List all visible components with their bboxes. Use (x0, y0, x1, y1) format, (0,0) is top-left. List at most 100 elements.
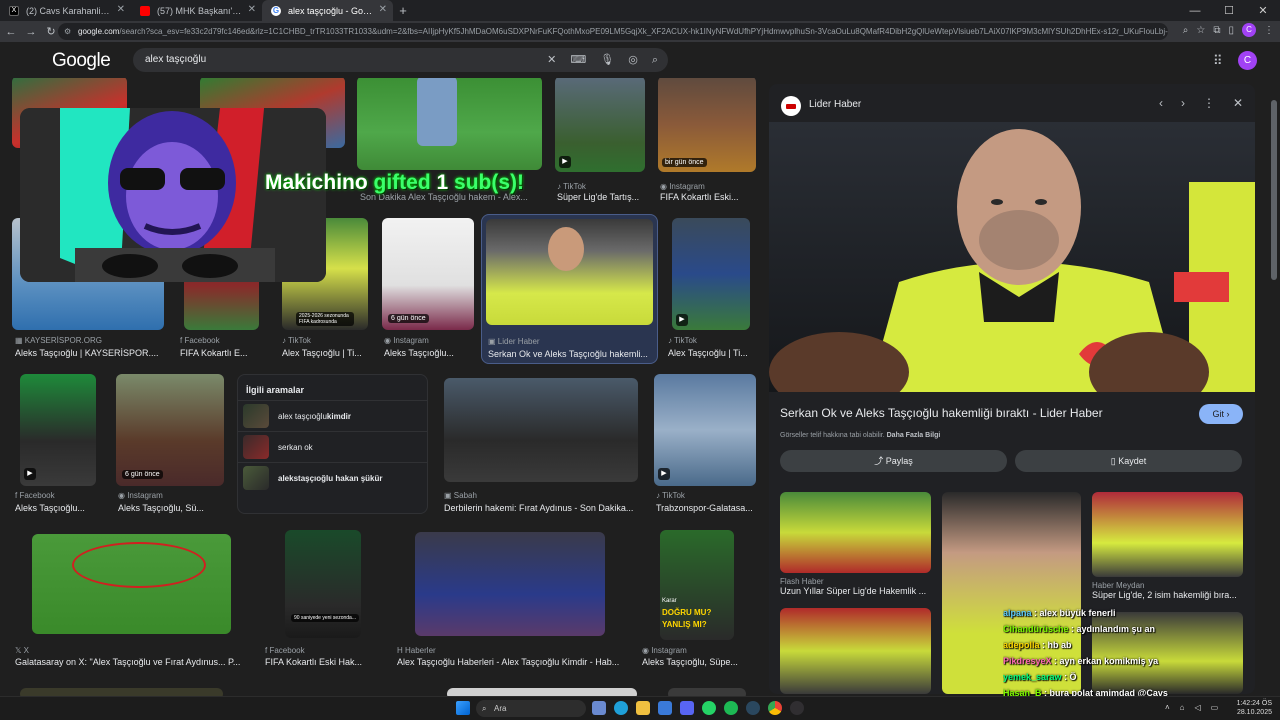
more-info-link[interactable]: Daha Fazla Bilgi (887, 432, 941, 439)
tab-x[interactable]: X (2) Cavs Karahanli zr (@cerrahpa... ✕ (0, 0, 131, 21)
apps-grid-icon[interactable]: ⠿ (1213, 53, 1223, 69)
site-info-icon[interactable]: ⚙ (64, 23, 71, 40)
keyboard-icon[interactable]: ⌨ (570, 48, 586, 72)
back-icon[interactable]: ← (2, 26, 20, 38)
result-title[interactable]: Aleks Taşçıoğlu... (15, 503, 103, 513)
related-image[interactable] (780, 608, 931, 694)
close-icon[interactable]: ✕ (1233, 96, 1243, 110)
discord-icon[interactable] (680, 701, 694, 715)
file-explorer-icon[interactable] (636, 701, 650, 715)
result-title[interactable]: Aleks Taşçıoğlu, Sü... (118, 503, 224, 513)
chevron-left-icon[interactable]: ‹ (1159, 96, 1163, 110)
goto-button[interactable]: Git › (1199, 404, 1243, 424)
related-image[interactable] (1092, 492, 1243, 577)
image-thumbnail[interactable] (444, 378, 638, 482)
share-button[interactable]: ⤴ Paylaş (780, 450, 1007, 472)
network-icon[interactable]: ⌂ (1180, 703, 1185, 712)
whatsapp-icon[interactable] (702, 701, 716, 715)
extensions-icon[interactable]: ⧉ (1213, 25, 1220, 36)
chevron-up-icon[interactable]: ˄ (1165, 703, 1170, 712)
image-thumbnail[interactable]: ▶ (672, 218, 750, 330)
new-tab-button[interactable]: + (393, 3, 413, 18)
result-title[interactable]: FIFA Kokartlı Eski Hak... (265, 657, 385, 667)
close-window-icon[interactable]: ✕ (1246, 4, 1280, 17)
result-title[interactable]: Aleks Taşçıoğlu | KAYSERİSPOR.... (15, 348, 165, 358)
chevron-right-icon[interactable]: › (1181, 96, 1185, 110)
result-title[interactable]: FIFA Kokartlı Eski... (660, 192, 754, 202)
result-title[interactable]: Alex Taşçıoğlu | Ti... (282, 348, 368, 358)
search-icon[interactable]: ⌕ (652, 48, 658, 72)
result-title[interactable]: Derbilerin hakemi: Fırat Aydınus - Son D… (444, 503, 638, 513)
chat-user: alpana (1003, 608, 1032, 618)
more-icon[interactable]: ⋮ (1203, 96, 1215, 110)
image-thumbnail[interactable] (20, 688, 223, 696)
taskbar-search[interactable]: ⌕ Ara (476, 700, 586, 717)
related-search-item[interactable]: serkan ok (238, 431, 427, 462)
image-thumbnail[interactable]: ▶ (654, 374, 756, 486)
panel-source-name[interactable]: Lider Haber (809, 99, 861, 110)
page-scrollbar[interactable] (1271, 100, 1277, 280)
result-title[interactable]: Alex Taşçıoğlu Haberleri - Alex Taşçıoğl… (397, 657, 623, 667)
selected-result-card[interactable]: ▣ Lider Haber Serkan Ok ve Aleks Taşçıoğ… (481, 214, 658, 364)
search-box[interactable]: alex taşçıoğlu ✕ ⌨ 🎙 ◎ ⌕ (133, 48, 668, 72)
image-thumbnail[interactable]: 6 gün önce (382, 218, 474, 330)
maximize-icon[interactable]: ☐ (1212, 4, 1246, 17)
result-title[interactable]: Galatasaray on X: "Alex Taşçıoğlu ve Fır… (15, 657, 247, 667)
image-thumbnail[interactable]: Karar DOĞRU MU? YANLIŞ MI? (660, 530, 734, 640)
result-title[interactable]: Alex Taşçıoğlu | Ti... (668, 348, 754, 358)
store-icon[interactable] (658, 701, 672, 715)
result-title[interactable]: FIFA Kokartlı E... (180, 348, 266, 358)
tab-youtube[interactable]: (57) MHK Başkanı'nın da bahsettiği... ✕ (131, 0, 262, 21)
image-thumbnail[interactable] (415, 532, 605, 636)
result-title[interactable]: Aleks Taşçıoğlu... (384, 348, 474, 358)
menu-icon[interactable]: ⋮ (1264, 25, 1274, 36)
result-title[interactable]: Süper Lig'de Tartış... (557, 192, 645, 202)
clock[interactable]: 1:42:24 ÖS 28.10.2025 (1237, 699, 1272, 717)
image-thumbnail[interactable] (447, 688, 637, 696)
related-card[interactable]: Flash Haber Uzun Yıllar Süper Lig'de Hak… (780, 577, 931, 596)
save-button[interactable]: ▯ Kaydet (1015, 450, 1242, 472)
battery-icon[interactable]: ▭ (1211, 703, 1219, 712)
related-search-item[interactable]: aleks taşçıoğlu hakan şükür (238, 462, 427, 493)
image-thumbnail[interactable]: ▶ (555, 78, 645, 172)
google-logo[interactable]: Google (52, 50, 111, 72)
close-icon[interactable]: ✕ (117, 4, 125, 15)
image-thumbnail[interactable]: ▶ (20, 374, 96, 486)
profile-icon[interactable]: C (1242, 23, 1256, 37)
search-input[interactable]: alex taşçıoğlu (145, 54, 206, 65)
image-thumbnail[interactable]: 90 saniyede yeni sezonda... (285, 530, 361, 638)
preview-title[interactable]: Serkan Ok ve Aleks Taşçıoğlu hakemliği b… (780, 406, 1180, 420)
related-search-item[interactable]: alex taşçıoğlu kimdir (238, 400, 427, 431)
minimize-icon[interactable]: — (1178, 5, 1212, 17)
preview-image[interactable] (769, 122, 1255, 392)
widgets-icon[interactable] (592, 701, 606, 715)
forward-icon[interactable]: → (22, 26, 40, 38)
spotify-icon[interactable] (724, 701, 738, 715)
image-thumbnail[interactable] (357, 78, 542, 170)
windows-start-icon[interactable] (456, 701, 470, 715)
image-thumbnail[interactable] (668, 688, 746, 696)
chrome-icon[interactable] (768, 701, 782, 715)
lens-icon[interactable]: ◎ (628, 48, 638, 72)
zoom-icon[interactable]: ⌕ (1183, 25, 1189, 36)
obs-icon[interactable] (790, 701, 804, 715)
related-image[interactable] (780, 492, 931, 573)
result-title[interactable]: Aleks Taşçıoğlu, Süpe... (642, 657, 754, 667)
image-thumbnail[interactable]: bir gün önce (658, 78, 756, 172)
tab-google[interactable]: G alex taşçıoğlu - Google'da Ara ✕ (262, 0, 393, 21)
close-icon[interactable]: ✕ (379, 4, 387, 15)
mic-icon[interactable]: 🎙 (600, 48, 614, 72)
image-thumbnail[interactable] (32, 534, 231, 634)
related-card[interactable]: Haber Meydan Süper Lig'de, 2 isim hakeml… (1092, 581, 1243, 600)
avatar[interactable]: C (1238, 51, 1257, 70)
steam-icon[interactable] (746, 701, 760, 715)
edge-icon[interactable] (614, 701, 628, 715)
image-thumbnail[interactable]: 6 gün önce (116, 374, 224, 486)
result-title[interactable]: Trabzonspor-Galatasa... (656, 503, 756, 513)
volume-icon[interactable]: ◁ (1195, 703, 1201, 712)
close-icon[interactable]: ✕ (248, 4, 256, 15)
bookmark-star-icon[interactable]: ☆ (1196, 25, 1205, 36)
url-field[interactable]: ⚙ google.com/search?sca_esv=fe33c2d79fc14… (58, 23, 1168, 40)
sidebar-icon[interactable]: ▯ (1228, 25, 1234, 36)
clear-icon[interactable]: ✕ (547, 48, 556, 72)
